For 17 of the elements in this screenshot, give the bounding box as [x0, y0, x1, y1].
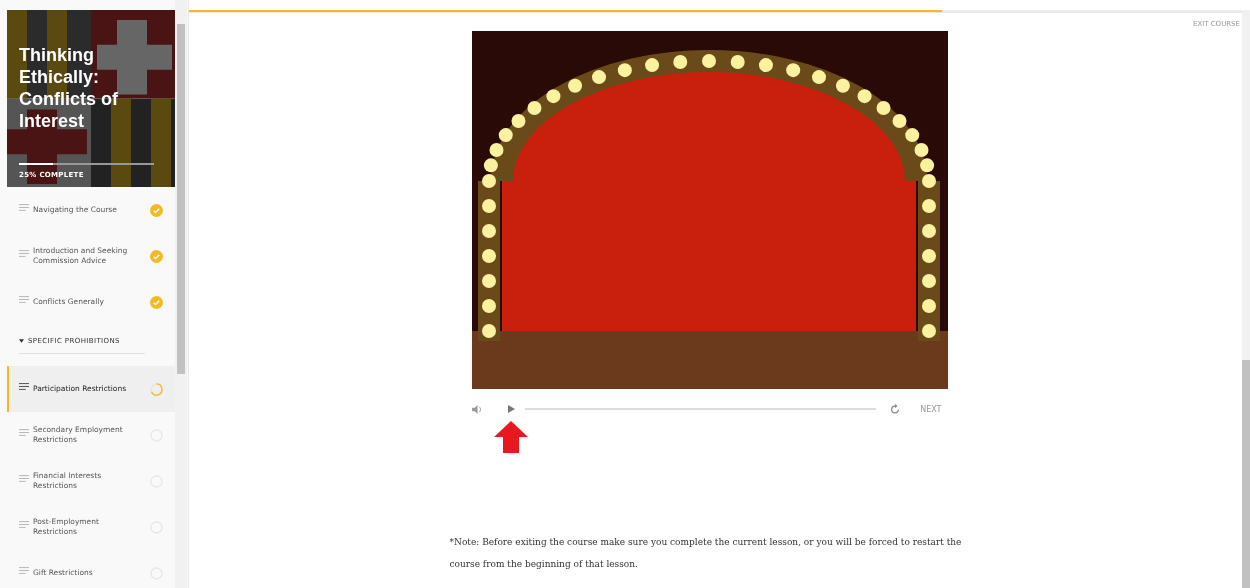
lines-icon — [19, 475, 29, 482]
lines-icon — [19, 383, 29, 390]
replay-icon[interactable] — [890, 404, 901, 414]
course-title: Thinking Ethically: Conflicts of Interest — [19, 44, 119, 132]
scrollbar[interactable] — [175, 0, 187, 588]
caret-icon — [19, 339, 24, 343]
up-arrow-icon — [493, 421, 528, 453]
lines-icon — [19, 296, 29, 303]
lines-icon — [19, 521, 29, 528]
play-icon[interactable] — [507, 405, 515, 413]
lines-icon — [19, 204, 29, 211]
lines-icon — [19, 250, 29, 257]
lines-icon — [19, 567, 29, 574]
scrollbar[interactable] — [1242, 10, 1250, 588]
note-text: *Note: Before exiting the course make sure you complete the current lesson, or you will be forced to restart the course from the beginning of that lesson. — [449, 536, 963, 571]
lines-icon — [19, 429, 29, 436]
volume-icon[interactable] — [471, 404, 483, 414]
